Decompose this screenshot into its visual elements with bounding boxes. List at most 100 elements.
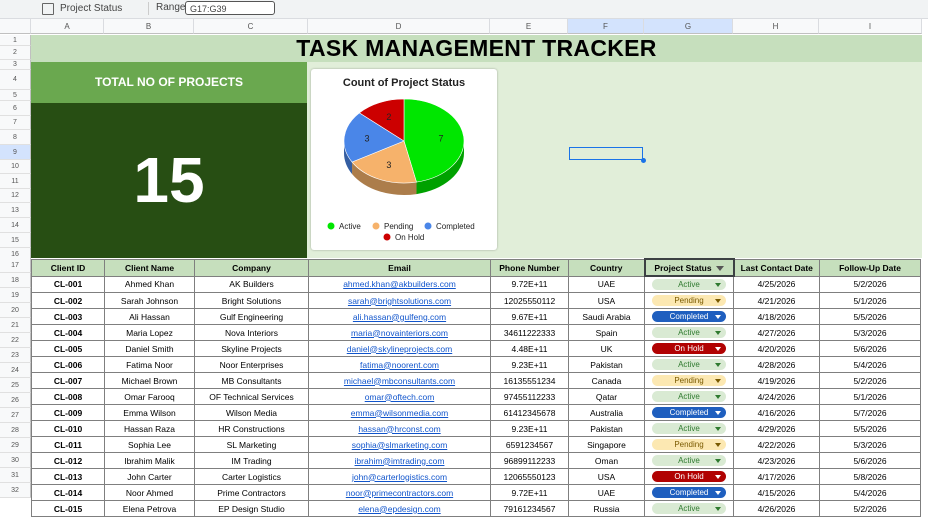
company-cell[interactable]: AK Builders xyxy=(194,275,309,293)
follow-up-cell[interactable]: 5/5/2026 xyxy=(819,420,921,437)
status-cell[interactable]: On Hold xyxy=(644,468,734,485)
follow-up-cell[interactable]: 5/2/2026 xyxy=(819,275,921,293)
row-header-6[interactable]: 6 xyxy=(0,101,31,116)
status-badge[interactable]: Pending xyxy=(652,375,726,387)
range-input[interactable]: G17:G39 xyxy=(185,1,275,15)
status-badge[interactable]: On Hold xyxy=(652,471,726,483)
dropdown-arrow-icon[interactable] xyxy=(715,299,721,304)
row-header-7[interactable]: 7 xyxy=(0,116,31,130)
email-link[interactable]: ali.hassan@gulfeng.com xyxy=(308,308,491,325)
status-badge[interactable]: Active xyxy=(652,455,726,467)
country-cell[interactable]: UK xyxy=(568,340,645,357)
client-id-cell[interactable]: CL-010 xyxy=(31,420,105,437)
row-header-26[interactable]: 26 xyxy=(0,393,31,408)
row-header-31[interactable]: 31 xyxy=(0,468,31,483)
country-cell[interactable]: Russia xyxy=(568,500,645,517)
client-id-cell[interactable]: CL-008 xyxy=(31,388,105,405)
status-badge[interactable]: Active xyxy=(652,423,726,435)
status-cell[interactable]: Pending xyxy=(644,436,734,453)
dropdown-arrow-icon[interactable] xyxy=(715,443,721,448)
status-badge[interactable]: Completed xyxy=(652,311,726,323)
phone-cell[interactable]: 12065550123 xyxy=(490,468,569,485)
client-id-cell[interactable]: CL-011 xyxy=(31,436,105,453)
last-contact-cell[interactable]: 4/27/2026 xyxy=(733,324,820,341)
row-header-10[interactable]: 10 xyxy=(0,160,31,174)
row-header-27[interactable]: 27 xyxy=(0,408,31,423)
country-cell[interactable]: USA xyxy=(568,292,645,309)
header-client-name[interactable]: Client Name xyxy=(104,258,195,277)
phone-cell[interactable]: 9.67E+11 xyxy=(490,308,569,325)
column-header-f[interactable]: F xyxy=(568,19,644,34)
client-id-cell[interactable]: CL-013 xyxy=(31,468,105,485)
last-contact-cell[interactable]: 4/23/2026 xyxy=(733,452,820,469)
company-cell[interactable]: Carter Logistics xyxy=(194,468,309,485)
last-contact-cell[interactable]: 4/22/2026 xyxy=(733,436,820,453)
company-cell[interactable]: Gulf Engineering xyxy=(194,308,309,325)
last-contact-cell[interactable]: 4/15/2026 xyxy=(733,484,820,501)
status-cell[interactable]: Completed xyxy=(644,308,734,325)
company-cell[interactable]: MB Consultants xyxy=(194,372,309,389)
header-email[interactable]: Email xyxy=(308,258,491,277)
last-contact-cell[interactable]: 4/20/2026 xyxy=(733,340,820,357)
dropdown-arrow-icon[interactable] xyxy=(715,379,721,384)
last-contact-cell[interactable]: 4/25/2026 xyxy=(733,275,820,293)
phone-cell[interactable]: 9.23E+11 xyxy=(490,356,569,373)
phone-cell[interactable]: 96899112233 xyxy=(490,452,569,469)
last-contact-cell[interactable]: 4/29/2026 xyxy=(733,420,820,437)
country-cell[interactable]: Spain xyxy=(568,324,645,341)
client-name-cell[interactable]: Elena Petrova xyxy=(104,500,195,517)
last-contact-cell[interactable]: 4/26/2026 xyxy=(733,500,820,517)
row-header-1[interactable]: 1 xyxy=(0,35,31,46)
follow-up-cell[interactable]: 5/3/2026 xyxy=(819,436,921,453)
phone-cell[interactable]: 79161234567 xyxy=(490,500,569,517)
status-cell[interactable]: Completed xyxy=(644,484,734,501)
status-badge[interactable]: Active xyxy=(652,391,726,403)
follow-up-cell[interactable]: 5/8/2026 xyxy=(819,468,921,485)
status-badge[interactable]: Completed xyxy=(652,487,726,499)
follow-up-cell[interactable]: 5/4/2026 xyxy=(819,484,921,501)
row-header-9[interactable]: 9 xyxy=(0,145,31,160)
status-cell[interactable]: Pending xyxy=(644,372,734,389)
status-cell[interactable]: Active xyxy=(644,388,734,405)
row-header-23[interactable]: 23 xyxy=(0,348,31,363)
dropdown-arrow-icon[interactable] xyxy=(715,331,721,336)
client-id-cell[interactable]: CL-001 xyxy=(31,275,105,293)
select-all-corner[interactable] xyxy=(0,19,31,34)
client-name-cell[interactable]: Michael Brown xyxy=(104,372,195,389)
header-client-id[interactable]: Client ID xyxy=(31,258,105,277)
header-project-status[interactable]: Project Status xyxy=(643,258,735,277)
dropdown-arrow-icon[interactable] xyxy=(715,315,721,320)
client-id-cell[interactable]: CL-014 xyxy=(31,484,105,501)
client-name-cell[interactable]: Maria Lopez xyxy=(104,324,195,341)
row-header-20[interactable]: 20 xyxy=(0,303,31,318)
dropdown-arrow-icon[interactable] xyxy=(715,395,721,400)
status-badge[interactable]: Completed xyxy=(652,407,726,419)
row-header-3[interactable]: 3 xyxy=(0,60,31,70)
status-badge[interactable]: Pending xyxy=(652,295,726,307)
country-cell[interactable]: Pakistan xyxy=(568,420,645,437)
dropdown-arrow-icon[interactable] xyxy=(715,347,721,352)
status-cell[interactable]: Pending xyxy=(644,292,734,309)
column-header-d[interactable]: D xyxy=(308,19,490,34)
client-name-cell[interactable]: Fatima Noor xyxy=(104,356,195,373)
company-cell[interactable]: EP Design Studio xyxy=(194,500,309,517)
company-cell[interactable]: HR Constructions xyxy=(194,420,309,437)
status-pie-chart[interactable]: Count of Project Status 7 3 3 2 Active Pendin… xyxy=(311,69,497,250)
country-cell[interactable]: Canada xyxy=(568,372,645,389)
status-cell[interactable]: On Hold xyxy=(644,340,734,357)
status-cell[interactable]: Active xyxy=(644,500,734,517)
dropdown-arrow-icon[interactable] xyxy=(715,427,721,432)
email-link[interactable]: sarah@brightsolutions.com xyxy=(308,292,491,309)
follow-up-cell[interactable]: 5/1/2026 xyxy=(819,292,921,309)
company-cell[interactable]: OF Technical Services xyxy=(194,388,309,405)
status-badge[interactable]: Active xyxy=(652,327,726,339)
row-header-22[interactable]: 22 xyxy=(0,333,31,348)
email-link[interactable]: fatima@noorent.com xyxy=(308,356,491,373)
email-link[interactable]: michael@mbconsultants.com xyxy=(308,372,491,389)
status-cell[interactable]: Active xyxy=(644,275,734,293)
dropdown-arrow-icon[interactable] xyxy=(715,283,721,288)
row-header-4[interactable]: 4 xyxy=(0,70,31,90)
status-badge[interactable]: Pending xyxy=(652,439,726,451)
country-cell[interactable]: USA xyxy=(568,468,645,485)
status-cell[interactable]: Active xyxy=(644,324,734,341)
